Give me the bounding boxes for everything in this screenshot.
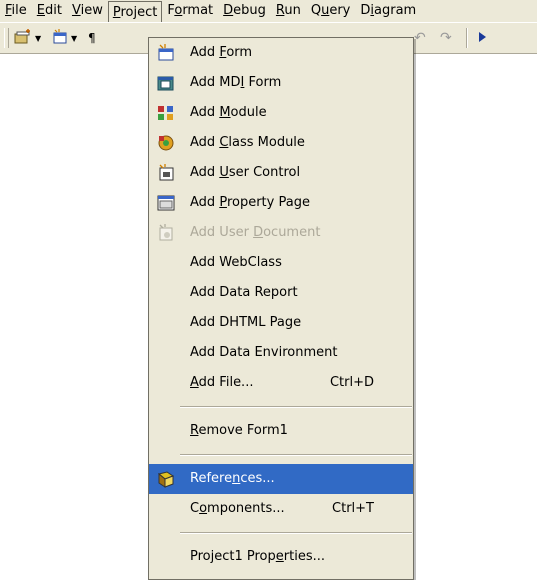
module-icon (157, 104, 175, 122)
menu-item-add-class-module[interactable]: Add Class Module (149, 128, 413, 158)
mdi-form-icon (157, 74, 175, 92)
menu-item-add-user-document: Add User Document (149, 218, 413, 248)
toolbar-grip[interactable] (4, 28, 9, 48)
menu-item-project-properties[interactable]: Project1 Properties... (149, 542, 413, 572)
menu-item-add-data-environment[interactable]: Add Data Environment (149, 338, 413, 368)
toolbar-separator (466, 28, 468, 48)
menu-debug[interactable]: Debug (218, 0, 271, 22)
run-button[interactable] (476, 29, 488, 47)
redo-button[interactable]: ↷ (440, 29, 452, 47)
menu-editor-button[interactable]: ¶ (88, 29, 96, 47)
menu-item-add-data-report[interactable]: Add Data Report (149, 278, 413, 308)
menu-format[interactable]: Format (162, 0, 218, 22)
menu-item-add-mdi-form[interactable]: Add MDI Form (149, 68, 413, 98)
menu-separator (180, 532, 412, 534)
menu-file[interactable]: File (0, 0, 32, 22)
references-icon (157, 470, 175, 488)
menu-diagram[interactable]: Diagram (355, 0, 421, 22)
menu-item-add-property-page[interactable]: Add Property Page (149, 188, 413, 218)
menu-run[interactable]: Run (271, 0, 306, 22)
dropdown-arrow-icon[interactable]: ▼ (71, 34, 77, 43)
menu-project[interactable]: Project (107, 0, 163, 23)
menu-edit[interactable]: Edit (32, 0, 67, 22)
shortcut-label: Ctrl+D (329, 375, 374, 390)
add-form-icon (52, 28, 68, 48)
user-control-icon (157, 164, 175, 182)
menu-item-remove-form[interactable]: Remove Form1 (149, 416, 413, 446)
add-form-button[interactable]: ▼ (52, 28, 77, 48)
menu-separator (180, 454, 412, 456)
menu-item-add-file[interactable]: Add File... Ctrl+D (149, 368, 413, 398)
undo-icon: ↶ (414, 30, 426, 46)
menu-bar: File Edit View Project Format Debug Run … (0, 0, 537, 23)
project-menu: Add Form Add MDI Form Add Module Add Cla… (148, 37, 414, 580)
menu-item-add-form[interactable]: Add Form (149, 38, 413, 68)
user-document-icon (157, 224, 175, 242)
menu-item-add-webclass[interactable]: Add WebClass (149, 248, 413, 278)
class-module-icon (157, 134, 175, 152)
menu-view[interactable]: View (67, 0, 108, 22)
property-page-icon (157, 194, 175, 212)
dropdown-arrow-icon[interactable]: ▼ (35, 34, 41, 43)
menu-item-add-user-control[interactable]: Add User Control (149, 158, 413, 188)
shortcut-label: Ctrl+T (332, 501, 374, 516)
menu-item-add-dhtml-page[interactable]: Add DHTML Page (149, 308, 413, 338)
add-project-icon (14, 28, 32, 48)
undo-button[interactable]: ↶ (414, 29, 426, 47)
run-icon (476, 30, 488, 47)
menu-item-components[interactable]: Components... Ctrl+T (149, 494, 413, 524)
menu-item-add-module[interactable]: Add Module (149, 98, 413, 128)
redo-icon: ↷ (440, 30, 452, 46)
menu-separator (180, 406, 412, 408)
menu-editor-icon: ¶ (88, 31, 96, 45)
form-icon (157, 44, 175, 62)
add-project-button[interactable]: ▼ (14, 28, 41, 48)
menu-item-references[interactable]: References... (149, 464, 413, 494)
menu-query[interactable]: Query (306, 0, 356, 22)
